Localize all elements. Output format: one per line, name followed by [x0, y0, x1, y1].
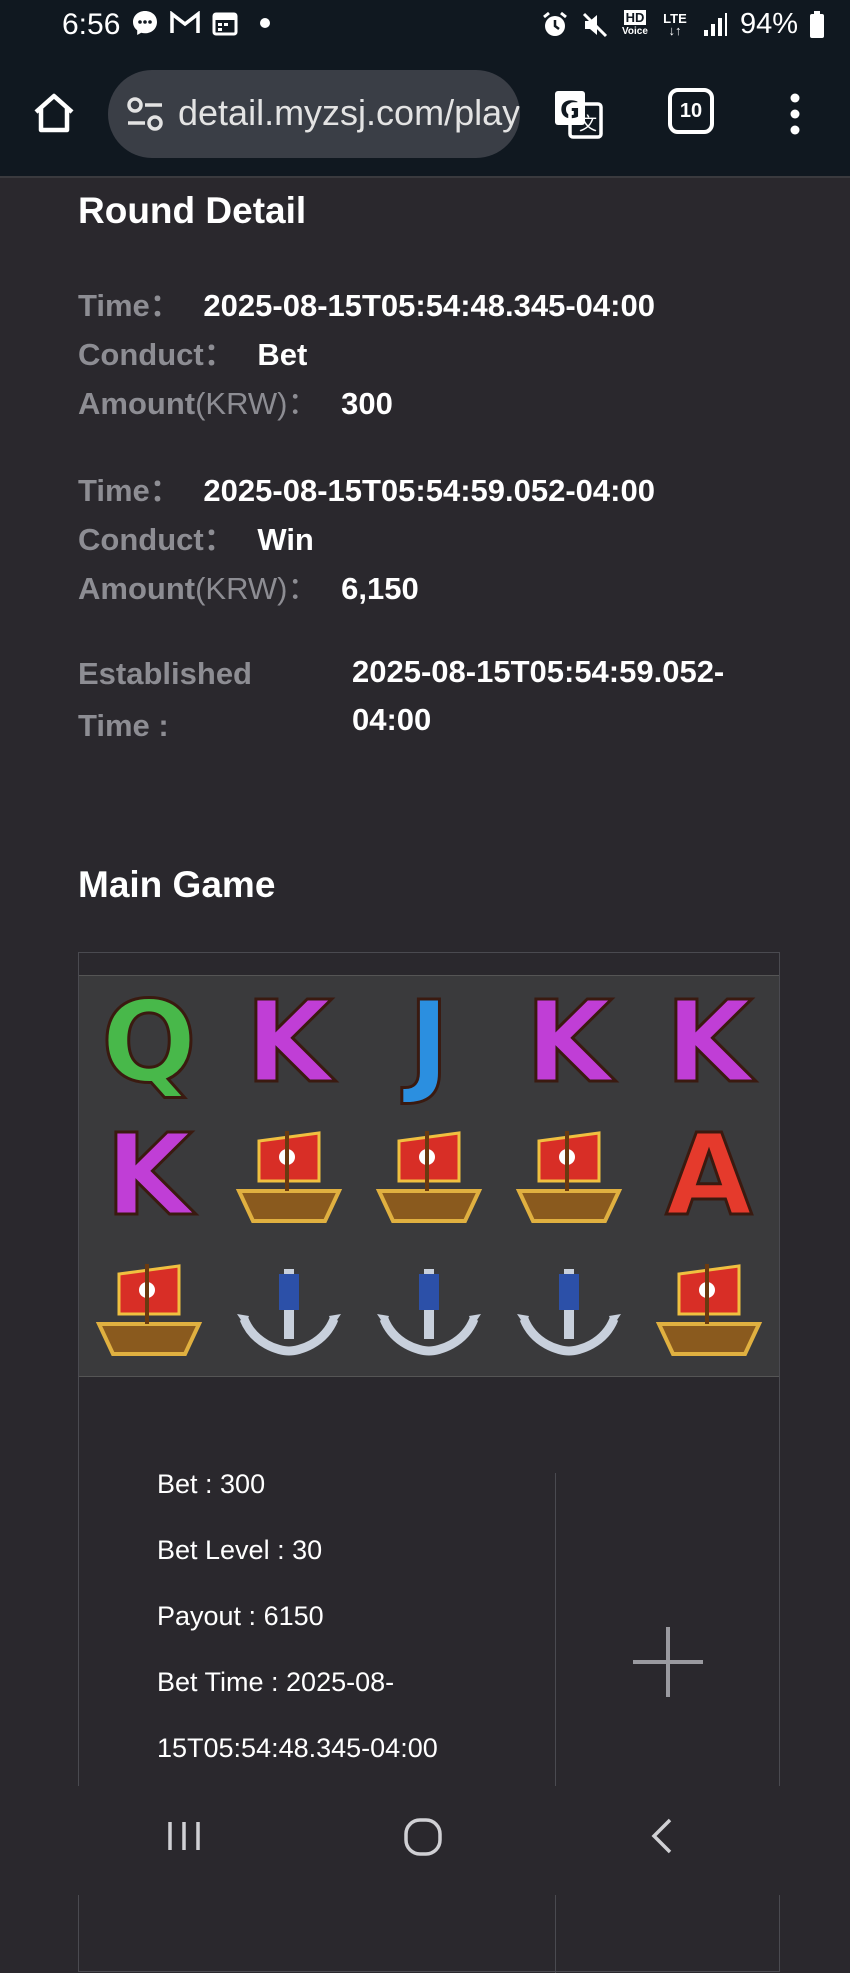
tab-switcher-button[interactable]: 10: [668, 88, 714, 134]
main-game-title: Main Game: [78, 864, 276, 905]
pirate-ship-icon: [359, 1109, 499, 1242]
reel-symbol: K: [524, 976, 614, 1109]
mute-icon: [580, 10, 610, 40]
signal-icon: [700, 10, 730, 40]
bet-text: Bet : 300: [157, 1469, 266, 1499]
hd-voice-icon: HD Voice: [621, 9, 648, 37]
established-time-label: Established Time :: [78, 656, 252, 743]
reel-symbol: K: [664, 976, 754, 1109]
home-button[interactable]: [28, 88, 80, 140]
recent-apps-icon: [168, 1822, 200, 1850]
bet-time-text-cont: 15T05:54:48.345-04:00: [157, 1733, 438, 1763]
anchor-icon: [359, 1243, 499, 1376]
gmail-icon: [170, 8, 200, 38]
site-settings-icon[interactable]: [126, 96, 164, 132]
home-circle-icon: [404, 1818, 442, 1856]
messenger-icon: [130, 8, 160, 38]
battery-percent: 94%: [739, 8, 798, 40]
status-time: 6:56: [62, 8, 121, 41]
home-icon: [34, 93, 74, 133]
reel-symbol: A: [664, 1109, 754, 1242]
notification-dot-icon: [250, 8, 280, 38]
reel-symbol: K: [104, 1109, 194, 1242]
calendar-icon: [210, 8, 240, 38]
pirate-ship-icon: [499, 1109, 639, 1242]
spin-details: Bet : 300 Bet Level : 30 Payout : 6150 B…: [79, 1469, 556, 1973]
anchor-icon: [219, 1243, 359, 1376]
more-vert-icon: [790, 93, 800, 135]
address-bar[interactable]: detail.myzsj.com/play: [108, 70, 520, 158]
bet-time-text: Bet Time : 2025-08-: [157, 1667, 395, 1697]
record-2-amount: Amount(KRW)： 6,150: [78, 571, 419, 606]
reel-symbol: J: [407, 976, 452, 1109]
status-bar: 6:56 HD Voice LTE ↓↑ 94%: [0, 0, 850, 52]
record-2-time: Time： 2025-08-15T05:54:59.052-04:00: [78, 473, 655, 508]
url-text[interactable]: detail.myzsj.com/play: [178, 92, 520, 134]
home-nav-button[interactable]: [402, 1816, 444, 1863]
browser-menu-button[interactable]: [780, 88, 810, 140]
established-time-value: 2025-08-15T05:54:59.052- 04:00: [352, 654, 725, 737]
anchor-icon: [499, 1243, 639, 1376]
pirate-ship-icon: [219, 1109, 359, 1242]
record-1-time: Time： 2025-08-15T05:54:48.345-04:00: [78, 288, 655, 323]
system-nav-bar: [0, 1786, 850, 1895]
pirate-ship-icon: [79, 1243, 219, 1376]
back-button[interactable]: [644, 1816, 680, 1861]
bet-level-text: Bet Level : 30: [157, 1535, 323, 1565]
reel-symbol: Q: [100, 976, 198, 1109]
expand-plus-icon[interactable]: [633, 1627, 703, 1697]
battery-icon: [808, 10, 826, 40]
svg-text:文: 文: [579, 114, 597, 135]
translate-button[interactable]: G文: [552, 88, 604, 140]
lte-icon: LTE ↓↑: [663, 10, 687, 38]
payout-text: Payout : 6150: [157, 1601, 324, 1631]
round-detail-title: Round Detail: [78, 190, 307, 231]
slot-reels: Q K J K K K A: [79, 975, 779, 1377]
alarm-icon: [540, 10, 570, 40]
recent-apps-button[interactable]: [164, 1816, 204, 1861]
reel-symbol: K: [244, 976, 334, 1109]
record-1-conduct: Conduct： Bet: [78, 337, 308, 372]
pirate-ship-icon: [639, 1243, 779, 1376]
translate-icon: G文: [555, 91, 603, 139]
record-2-conduct: Conduct： Win: [78, 522, 314, 557]
record-1-amount: Amount(KRW)： 300: [78, 386, 393, 421]
back-chevron-icon: [651, 1818, 672, 1854]
browser-toolbar: detail.myzsj.com/play G文 10: [0, 52, 850, 178]
